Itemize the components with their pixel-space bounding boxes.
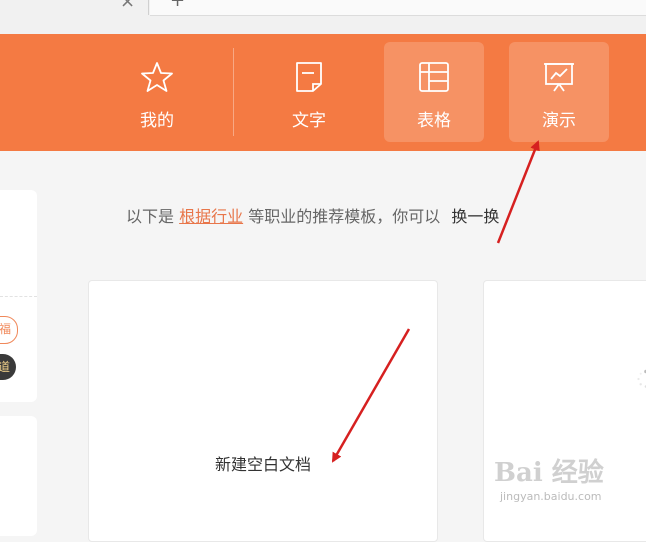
- watermark-main: Bai 经验: [494, 458, 604, 488]
- left-sidebar-card-lower: [0, 416, 37, 536]
- arrow-to-presentation: [496, 140, 540, 244]
- document-icon: [296, 62, 322, 92]
- nav-item-text[interactable]: 文字: [259, 42, 359, 142]
- table-icon: [419, 62, 449, 92]
- nav-label-presentation: 演示: [542, 111, 576, 131]
- nav-divider: [233, 48, 234, 136]
- presentation-icon: [544, 63, 574, 92]
- new-tab-plus-icon[interactable]: +: [170, 0, 185, 11]
- watermark-sub: jingyan.baidu.com: [500, 490, 602, 503]
- tab-close-icon[interactable]: ×: [120, 0, 135, 12]
- star-icon: [141, 62, 173, 92]
- industry-link[interactable]: 根据行业: [179, 207, 243, 226]
- recommend-line: 以下是 根据行业 等职业的推荐模板，你可以 换一换: [126, 203, 499, 227]
- swap-button[interactable]: 换一换: [451, 207, 499, 226]
- tab-separator: [148, 0, 149, 15]
- nav-label-mine: 我的: [140, 111, 174, 131]
- new-blank-document-label: 新建空白文档: [214, 455, 311, 474]
- loading-spinner-icon: [637, 369, 646, 388]
- app-header: 我的 文字 表格 演示: [0, 34, 646, 151]
- nav-label-text: 文字: [292, 111, 326, 131]
- recommend-prefix: 以下是: [126, 207, 175, 226]
- new-blank-document-card[interactable]: 新建空白文档: [88, 280, 438, 542]
- outline-badge-text: 福: [0, 322, 11, 336]
- new-tab-area[interactable]: [150, 0, 646, 16]
- browser-tabstrip: × +: [0, 0, 646, 34]
- dark-badge-text: 道: [0, 360, 10, 374]
- nav-item-spreadsheet[interactable]: 表格: [384, 42, 484, 142]
- recommend-middle: 等职业的推荐模板，你可以: [248, 207, 441, 226]
- nav-label-spreadsheet: 表格: [417, 111, 451, 131]
- baidu-jingyan-watermark: Bai 经验 jingyan.baidu.com: [494, 452, 624, 512]
- nav-item-mine[interactable]: 我的: [107, 42, 207, 142]
- card-divider: [0, 296, 37, 297]
- nav-item-presentation[interactable]: 演示: [509, 42, 609, 142]
